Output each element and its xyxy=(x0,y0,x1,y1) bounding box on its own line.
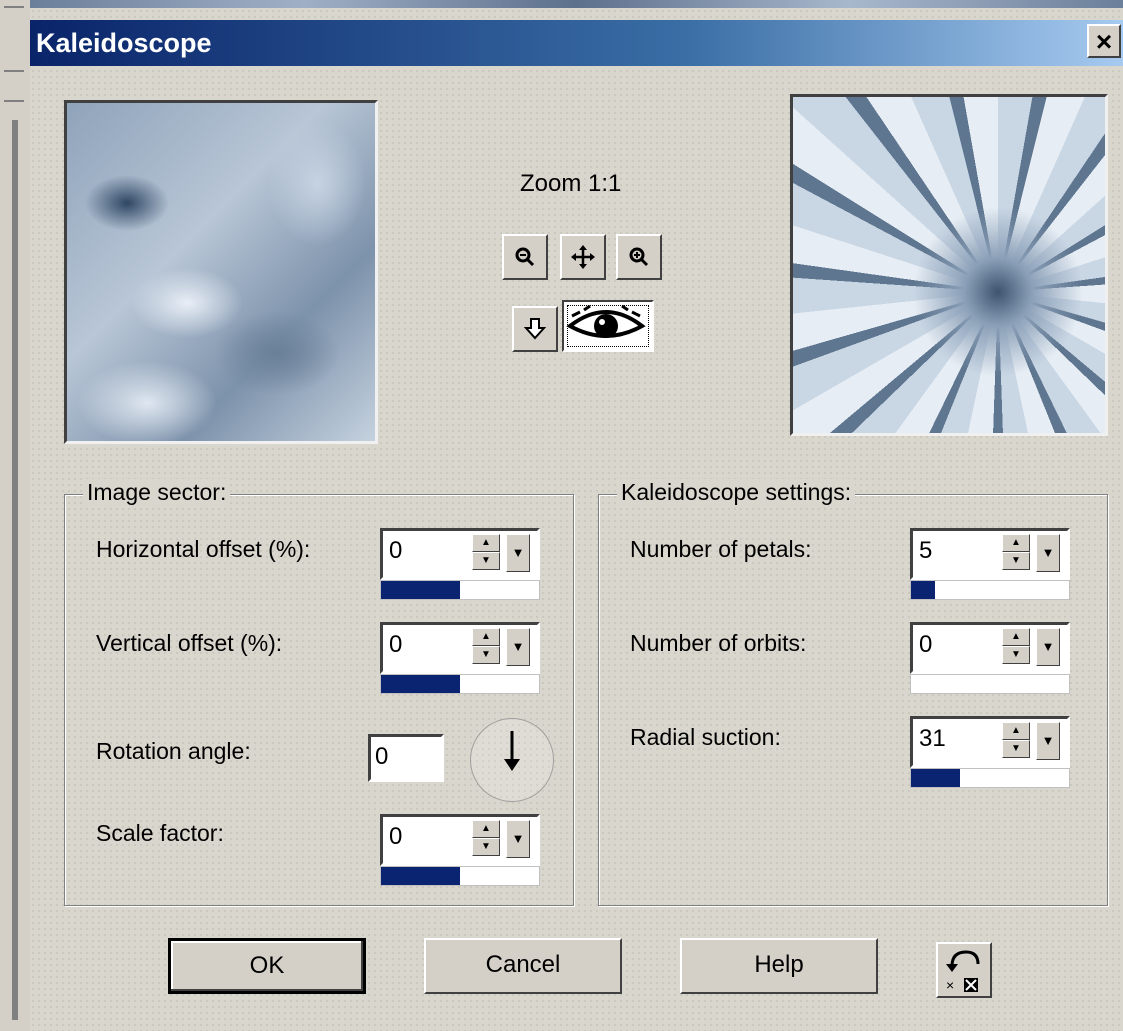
zoom-out-button[interactable] xyxy=(502,234,548,280)
spin-down-arrow-icon[interactable]: ▼ xyxy=(472,838,500,856)
petals-value: 5 xyxy=(919,537,933,564)
strip-bar xyxy=(12,120,18,1020)
spin-down-arrow-icon[interactable]: ▼ xyxy=(472,646,500,664)
dropdown-arrow-icon[interactable]: ▼ xyxy=(506,534,530,572)
background-image-strip xyxy=(30,0,1123,8)
scale-factor-value: 0 xyxy=(389,823,403,850)
auto-proof-toggle[interactable] xyxy=(562,300,654,352)
background-app-strip xyxy=(0,0,31,1031)
dropdown-arrow-icon[interactable]: ▼ xyxy=(1036,628,1060,666)
ok-button[interactable]: OK xyxy=(168,938,366,994)
original-preview[interactable] xyxy=(64,100,378,444)
spin-up-arrow-icon[interactable]: ▲ xyxy=(472,534,500,552)
image-sector-title: Image sector: xyxy=(83,479,231,506)
radial-suction-spinner[interactable]: 31 ▲ ▼ ▼ xyxy=(910,716,1070,792)
horizontal-offset-value: 0 xyxy=(389,537,403,564)
eye-icon xyxy=(566,304,646,338)
spin-up-arrow-icon[interactable]: ▲ xyxy=(472,820,500,838)
horizontal-offset-slider[interactable] xyxy=(380,580,540,600)
radial-suction-label: Radial suction: xyxy=(630,724,781,750)
orbits-slider[interactable] xyxy=(910,674,1070,694)
slider-fill xyxy=(381,581,460,599)
vertical-offset-slider[interactable] xyxy=(380,674,540,694)
petals-spinner[interactable]: 5 ▲ ▼ ▼ xyxy=(910,528,1070,604)
radial-suction-slider[interactable] xyxy=(910,768,1070,788)
proof-button[interactable] xyxy=(512,306,558,352)
slider-fill xyxy=(911,581,935,599)
reset-button[interactable]: × xyxy=(936,942,992,998)
horizontal-offset-label: Horizontal offset (%): xyxy=(96,536,311,562)
title-bar[interactable]: Kaleidoscope × xyxy=(30,20,1123,66)
zoom-out-icon xyxy=(515,247,535,267)
slider-fill xyxy=(381,867,460,885)
kaleidoscope-settings-title: Kaleidoscope settings: xyxy=(617,479,856,506)
zoom-label: Zoom 1:1 xyxy=(520,170,622,197)
dropdown-arrow-icon[interactable]: ▼ xyxy=(506,820,530,858)
help-button[interactable]: Help xyxy=(680,938,878,994)
zoom-in-icon xyxy=(629,247,649,267)
dropdown-arrow-icon[interactable]: ▼ xyxy=(1036,722,1060,760)
spin-down-arrow-icon[interactable]: ▼ xyxy=(1002,740,1030,758)
slider-fill xyxy=(911,769,960,787)
reset-icon: × xyxy=(946,950,980,993)
orbits-value: 0 xyxy=(919,631,933,658)
spin-up-arrow-icon[interactable]: ▲ xyxy=(1002,628,1030,646)
rotation-dial[interactable] xyxy=(470,718,554,802)
orbits-label: Number of orbits: xyxy=(630,630,807,656)
kaleidoscope-dialog: Kaleidoscope × Zoom 1:1 Image sector: Ho… xyxy=(30,8,1123,1031)
scale-factor-label: Scale factor: xyxy=(96,820,224,846)
spin-up-arrow-icon[interactable]: ▲ xyxy=(1002,534,1030,552)
rotation-angle-input[interactable]: 0 xyxy=(368,734,444,782)
close-button[interactable]: × xyxy=(1087,24,1121,58)
strip-tick xyxy=(4,70,24,72)
slider-fill xyxy=(381,675,460,693)
scale-factor-slider[interactable] xyxy=(380,866,540,886)
strip-tick xyxy=(4,6,24,8)
vertical-offset-value: 0 xyxy=(389,631,403,658)
spin-down-arrow-icon[interactable]: ▼ xyxy=(472,552,500,570)
spin-down-arrow-icon[interactable]: ▼ xyxy=(1002,646,1030,664)
window-title: Kaleidoscope xyxy=(36,28,212,58)
horizontal-offset-spinner[interactable]: 0 ▲ ▼ ▼ xyxy=(380,528,540,604)
rotation-angle-label: Rotation angle: xyxy=(96,738,251,764)
scale-factor-spinner[interactable]: 0 ▲ ▼ ▼ xyxy=(380,814,540,890)
svg-text:×: × xyxy=(946,977,954,993)
zoom-in-button[interactable] xyxy=(616,234,662,280)
spin-up-arrow-icon[interactable]: ▲ xyxy=(1002,722,1030,740)
dropdown-arrow-icon[interactable]: ▼ xyxy=(506,628,530,666)
pan-icon xyxy=(571,245,595,269)
result-preview xyxy=(790,94,1108,436)
pan-button[interactable] xyxy=(560,234,606,280)
proof-icon xyxy=(523,318,547,340)
petals-label: Number of petals: xyxy=(630,536,812,562)
vertical-offset-label: Vertical offset (%): xyxy=(96,630,283,656)
dropdown-arrow-icon[interactable]: ▼ xyxy=(1036,534,1060,572)
vertical-offset-spinner[interactable]: 0 ▲ ▼ ▼ xyxy=(380,622,540,698)
cancel-button[interactable]: Cancel xyxy=(424,938,622,994)
strip-tick xyxy=(4,100,24,102)
orbits-spinner[interactable]: 0 ▲ ▼ ▼ xyxy=(910,622,1070,698)
dial-pointer-icon xyxy=(504,731,520,771)
spin-down-arrow-icon[interactable]: ▼ xyxy=(1002,552,1030,570)
spin-up-arrow-icon[interactable]: ▲ xyxy=(472,628,500,646)
petals-slider[interactable] xyxy=(910,580,1070,600)
radial-suction-value: 31 xyxy=(919,725,946,752)
